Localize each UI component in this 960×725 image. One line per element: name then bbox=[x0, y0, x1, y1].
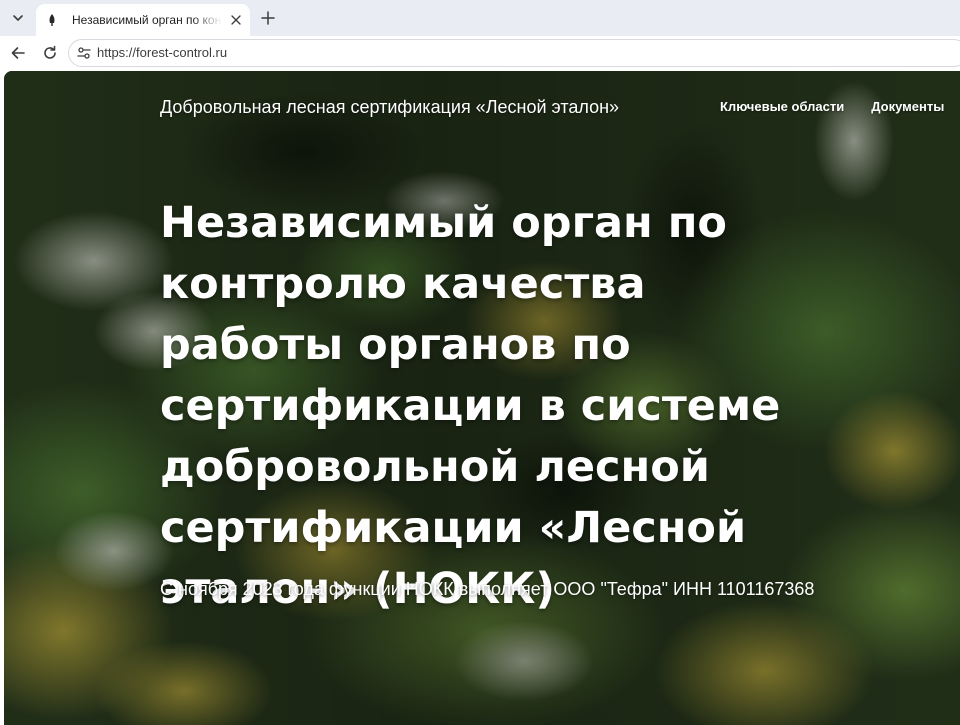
tune-icon bbox=[77, 47, 91, 59]
close-icon bbox=[231, 15, 241, 25]
reload-button[interactable] bbox=[38, 41, 62, 65]
site-info-button[interactable] bbox=[75, 44, 93, 62]
browser-window: Независимый орган по контролю качества р… bbox=[0, 0, 960, 725]
arrow-left-icon bbox=[11, 47, 25, 59]
main-nav: Ключевые области Документы bbox=[720, 99, 960, 114]
address-bar[interactable]: https://forest-control.ru bbox=[68, 39, 960, 67]
page-viewport: Добровольная лесная сертификация «Лесной… bbox=[4, 71, 960, 725]
site-title[interactable]: Добровольная лесная сертификация «Лесной… bbox=[160, 97, 619, 118]
new-tab-button[interactable] bbox=[256, 6, 280, 30]
hero-subheading: С ноября 2023 года функции НОКК выполняе… bbox=[160, 579, 815, 599]
nav-item-key-areas[interactable]: Ключевые области bbox=[720, 99, 844, 114]
tree-icon bbox=[44, 12, 60, 28]
back-button[interactable] bbox=[6, 41, 30, 65]
hero-heading: Независимый орган по контролю качества р… bbox=[160, 198, 781, 614]
reload-icon bbox=[44, 45, 56, 59]
tab-title: Независимый орган по контролю качества р… bbox=[72, 13, 222, 27]
nav-item-documents[interactable]: Документы bbox=[871, 99, 944, 114]
browser-toolbar: https://forest-control.ru bbox=[0, 36, 960, 71]
url-text[interactable]: https://forest-control.ru bbox=[97, 45, 227, 60]
chevron-down-icon bbox=[13, 15, 23, 21]
tab-close-button[interactable] bbox=[228, 12, 244, 28]
tab-strip: Независимый орган по контролю качества р… bbox=[0, 0, 960, 36]
plus-icon bbox=[261, 11, 275, 25]
browser-tab-active[interactable]: Независимый орган по контролю качества р… bbox=[36, 4, 250, 36]
tab-search-button[interactable] bbox=[6, 7, 30, 29]
